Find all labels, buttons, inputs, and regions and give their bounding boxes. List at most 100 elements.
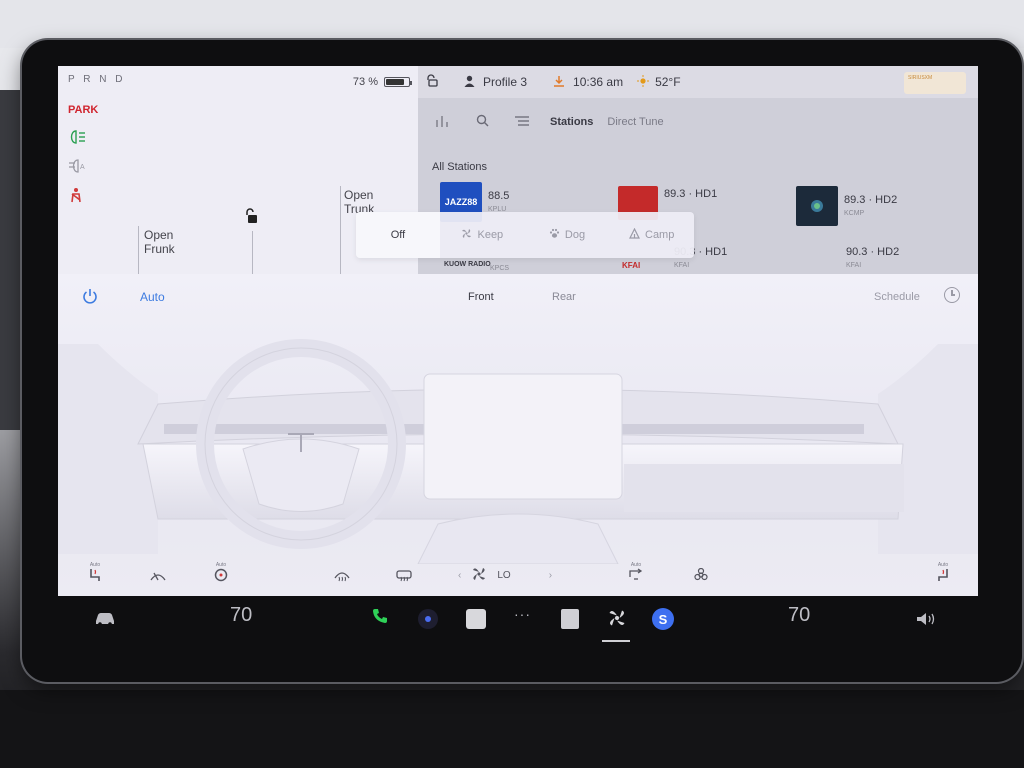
open-frunk-label-1: Open [144, 228, 174, 242]
park-indicator: PARK [68, 104, 99, 116]
bioweapon-defense-button[interactable] [694, 567, 708, 585]
tab-front[interactable]: Front [468, 291, 494, 303]
station-logo: KFAI [622, 261, 641, 270]
auto-high-beam-icon: A [68, 159, 88, 176]
station-logo [796, 186, 838, 226]
schedule-button[interactable]: Schedule [874, 291, 920, 303]
car-icon[interactable] [94, 612, 116, 629]
volume-icon[interactable] [916, 612, 936, 629]
phone-icon[interactable] [372, 608, 388, 629]
headlights-icon [68, 130, 86, 147]
profile-icon[interactable] [464, 75, 475, 90]
camera-icon[interactable] [418, 609, 438, 629]
open-frunk-button[interactable]: Open Frunk [144, 228, 175, 256]
bottom-dock: 70 ··· S 70 [58, 596, 978, 646]
battery-icon [384, 77, 412, 87]
climate-controls: Auto Auto ‹ LO › Auto Auto [58, 560, 978, 590]
rear-defrost-button[interactable] [396, 570, 412, 585]
station-frequency: 89.3 · HD1 [664, 188, 718, 200]
mode-off-option[interactable]: Off [356, 212, 440, 258]
battery-fill [386, 79, 404, 85]
car-outline-line [340, 186, 341, 274]
clock-icon[interactable] [944, 287, 960, 303]
mode-camp-label: Camp [645, 229, 675, 241]
recirculate-button[interactable]: Auto [628, 562, 644, 583]
siriusxm-logo[interactable]: SIRIUSXM [904, 72, 966, 94]
car-outline-line [252, 231, 253, 274]
spotify-icon[interactable]: S [652, 608, 674, 630]
mode-off-label: Off [390, 229, 406, 241]
car-outline-line [138, 226, 139, 274]
battery-percent: 73 % [352, 76, 378, 88]
auto-climate-button[interactable]: Auto [140, 290, 165, 304]
background-dash [0, 690, 1024, 768]
station-callsign: KPCS [490, 265, 510, 272]
mode-dog-label: Dog [564, 229, 586, 241]
open-trunk-label-1: Open [344, 188, 374, 202]
seat-heater-icon [88, 569, 102, 585]
steering-heater-button[interactable] [150, 570, 166, 585]
chevron-right-icon[interactable]: › [549, 570, 552, 581]
tab-stations[interactable]: Stations [550, 116, 593, 128]
station-callsign: KFAI [674, 262, 690, 269]
sun-icon [637, 74, 650, 90]
passenger-seat-heater[interactable]: Auto [936, 562, 950, 585]
mode-dog-option[interactable]: Dog [525, 212, 610, 258]
svg-text:A: A [80, 164, 85, 171]
active-app-indicator [602, 640, 630, 642]
recirculate-icon [628, 568, 644, 583]
gear-selector: P R N D [68, 74, 126, 85]
list-icon[interactable] [502, 115, 542, 130]
front-defrost-icon [334, 571, 350, 585]
touchscreen: P R N D 73 % PARK A Open Frunk Open Trun… [58, 66, 978, 596]
seat-heater-icon [936, 569, 950, 585]
wiper-icon [150, 571, 166, 585]
climate-panel: Auto Front Rear Schedule Auto Auto ‹ LO … [58, 274, 978, 596]
profile-name[interactable]: Profile 3 [483, 75, 527, 89]
station-callsign: KFAI [846, 262, 862, 269]
station-item[interactable]: 89.3 · HD2 KCMP [796, 186, 897, 226]
steering-wheel-icon [214, 568, 228, 585]
tent-icon [629, 227, 640, 242]
biohazard-icon [694, 567, 708, 585]
status-bar: Profile 3 10:36 am 52°F SIRIUSXM [418, 66, 978, 98]
clock-time: 10:36 am [573, 75, 624, 89]
outside-temperature: 52°F [655, 75, 681, 89]
steering-wheel-heater[interactable]: Auto [214, 562, 228, 585]
mode-keep-option[interactable]: Keep [440, 212, 525, 258]
fan-icon [471, 566, 487, 585]
fan-speed-control: ‹ LO › [458, 566, 552, 585]
driver-temperature[interactable]: 70 [230, 604, 252, 627]
station-frequency: 89.3 · HD2 [844, 194, 898, 206]
mode-camp-option[interactable]: Camp [609, 212, 694, 258]
fan-icon[interactable] [607, 608, 627, 631]
tab-direct-tune[interactable]: Direct Tune [607, 116, 663, 128]
chevron-left-icon[interactable]: ‹ [458, 570, 461, 581]
passenger-temperature[interactable]: 70 [788, 604, 810, 627]
station-logo: KUOW RADIO [444, 261, 491, 268]
section-title: All Stations [432, 161, 488, 173]
lock-status-icon[interactable] [426, 74, 446, 90]
unlock-icon[interactable] [244, 208, 258, 227]
media-toolbar: Stations Direct Tune [418, 110, 978, 134]
calendar-icon[interactable] [561, 609, 579, 629]
climate-mode-selector: Off Keep Dog Camp [356, 212, 694, 258]
driver-seat-heater[interactable]: Auto [88, 562, 102, 585]
station-callsign: KCMP [844, 210, 865, 217]
station-item[interactable]: 90.3 · HD2 KFAI [846, 246, 899, 272]
open-frunk-label-2: Frunk [144, 242, 175, 256]
more-apps-icon[interactable]: ··· [514, 606, 531, 622]
rear-defrost-icon [396, 570, 412, 585]
paw-icon [549, 228, 560, 242]
download-icon[interactable] [553, 75, 565, 90]
fan-level: LO [497, 570, 511, 581]
fan-icon [461, 228, 472, 242]
station-frequency: 88.5 [488, 190, 510, 202]
equalizer-icon[interactable] [422, 115, 462, 130]
tab-rear[interactable]: Rear [552, 291, 576, 303]
search-icon[interactable] [462, 114, 502, 130]
cabin-illustration [58, 339, 978, 564]
mode-keep-label: Keep [477, 229, 504, 241]
windshield-defrost-button[interactable] [334, 570, 350, 585]
notes-icon[interactable] [466, 609, 486, 629]
